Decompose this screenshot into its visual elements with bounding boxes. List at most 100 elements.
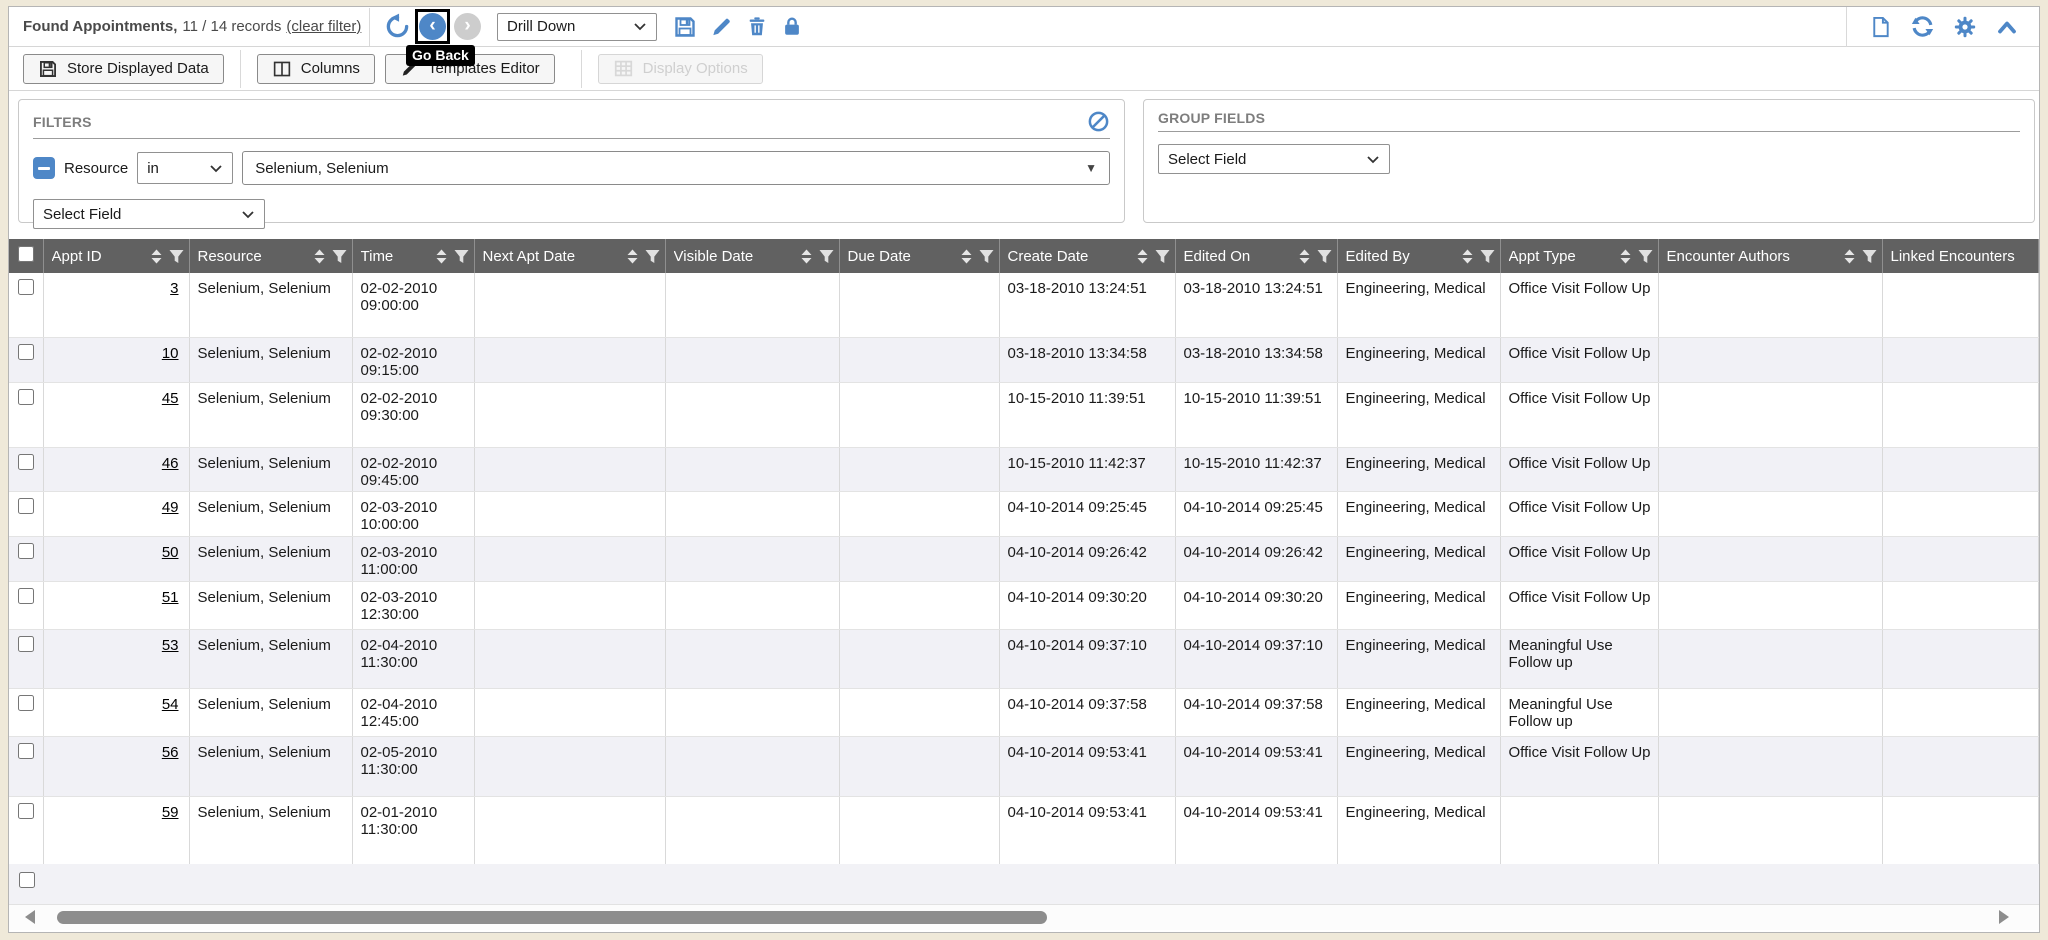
sort-icon[interactable] xyxy=(625,248,640,265)
filter-funnel-icon[interactable] xyxy=(1637,248,1654,265)
row-checkbox[interactable] xyxy=(18,279,34,295)
filter-funnel-icon[interactable] xyxy=(644,248,661,265)
cell-appt-type: Office Visit Follow Up xyxy=(1500,382,1658,447)
appt-id-link[interactable]: 56 xyxy=(162,744,179,761)
gear-icon xyxy=(1953,15,1977,39)
appt-id-link[interactable]: 51 xyxy=(162,589,179,606)
row-checkbox[interactable] xyxy=(18,588,34,604)
go-back-button[interactable]: ‹ xyxy=(419,13,446,40)
display-options-button[interactable]: Display Options xyxy=(598,54,763,84)
scroll-left-button[interactable] xyxy=(25,910,35,924)
filter-funnel-icon[interactable] xyxy=(1154,248,1171,265)
sort-icon[interactable] xyxy=(1460,248,1475,265)
sort-icon[interactable] xyxy=(1135,248,1150,265)
slash-circle-icon xyxy=(1087,110,1110,133)
column-header[interactable]: Edited On xyxy=(1175,239,1337,273)
refresh-button[interactable] xyxy=(1910,14,1935,39)
filter-funnel-icon[interactable] xyxy=(818,248,835,265)
column-header[interactable]: Visible Date xyxy=(665,239,839,273)
appt-id-link[interactable]: 50 xyxy=(162,544,179,561)
undo-button[interactable] xyxy=(384,13,411,40)
sort-icon[interactable] xyxy=(1297,248,1312,265)
lock-view-button[interactable] xyxy=(781,15,803,38)
remove-filter-button[interactable] xyxy=(33,157,55,179)
appt-id-link[interactable]: 54 xyxy=(162,696,179,713)
sort-icon[interactable] xyxy=(799,248,814,265)
table-footer-row xyxy=(9,864,2039,904)
column-header[interactable]: Create Date xyxy=(999,239,1175,273)
sort-icon[interactable] xyxy=(1618,248,1633,265)
row-checkbox[interactable] xyxy=(18,695,34,711)
edit-view-button[interactable] xyxy=(710,15,733,38)
cell-edited-by: Engineering, Medical xyxy=(1337,536,1500,581)
appt-id-link[interactable]: 10 xyxy=(162,345,179,362)
appt-id-link[interactable]: 46 xyxy=(162,455,179,472)
row-checkbox[interactable] xyxy=(18,636,34,652)
row-checkbox[interactable] xyxy=(18,498,34,514)
column-header-label: Edited On xyxy=(1184,248,1293,265)
column-header[interactable]: Due Date xyxy=(839,239,999,273)
select-all-checkbox[interactable] xyxy=(18,246,34,262)
appt-id-link[interactable]: 3 xyxy=(170,280,178,297)
columns-button[interactable]: Columns xyxy=(257,54,375,84)
cell-appt-type: Meaningful Use Follow up xyxy=(1500,629,1658,688)
go-forward-button[interactable]: › xyxy=(454,13,481,40)
filter-value-combo[interactable]: Selenium, Selenium ▼ xyxy=(242,151,1110,185)
filter-funnel-icon[interactable] xyxy=(1861,248,1878,265)
column-header[interactable]: Encounter Authors xyxy=(1658,239,1882,273)
cell-appt-type: Office Visit Follow Up xyxy=(1500,273,1658,337)
sort-icon[interactable] xyxy=(312,248,327,265)
row-checkbox[interactable] xyxy=(18,454,34,470)
scrollbar-thumb[interactable] xyxy=(57,911,1047,924)
column-header[interactable]: Next Apt Date xyxy=(474,239,665,273)
clear-filter-link[interactable]: (clear filter) xyxy=(286,18,361,35)
disable-filters-button[interactable] xyxy=(1087,110,1110,133)
sort-icon[interactable] xyxy=(434,248,449,265)
sort-icon[interactable] xyxy=(1842,248,1857,265)
delete-view-button[interactable] xyxy=(746,15,768,38)
footer-checkbox[interactable] xyxy=(19,872,35,888)
column-header-label: Create Date xyxy=(1008,248,1131,265)
column-header[interactable]: Linked Encounters xyxy=(1882,239,2039,273)
add-filter-field-select[interactable]: Select Field xyxy=(33,199,265,229)
cell-edited-on: 04-10-2014 09:37:10 xyxy=(1175,629,1337,688)
column-header[interactable]: Appt Type xyxy=(1500,239,1658,273)
appointments-table-wrap: Appt IDResourceTimeNext Apt DateVisible … xyxy=(9,239,2039,864)
filter-funnel-icon[interactable] xyxy=(453,248,470,265)
filter-operator-select[interactable]: in xyxy=(137,152,233,184)
filter-funnel-icon[interactable] xyxy=(331,248,348,265)
save-icon xyxy=(38,59,58,79)
cell-time: 02-01-2010 11:30:00 xyxy=(352,796,474,864)
settings-button[interactable] xyxy=(1953,15,1977,39)
row-checkbox[interactable] xyxy=(18,743,34,759)
appt-id-link[interactable]: 45 xyxy=(162,390,179,407)
store-displayed-data-button[interactable]: Store Displayed Data xyxy=(23,54,224,84)
column-header-label: Appt Type xyxy=(1509,248,1614,265)
appt-id-link[interactable]: 49 xyxy=(162,499,179,516)
row-checkbox[interactable] xyxy=(18,803,34,819)
sort-icon[interactable] xyxy=(959,248,974,265)
column-header[interactable]: Edited By xyxy=(1337,239,1500,273)
row-checkbox[interactable] xyxy=(18,389,34,405)
collapse-button[interactable] xyxy=(1995,17,2019,37)
new-document-button[interactable] xyxy=(1869,15,1892,39)
filter-funnel-icon[interactable] xyxy=(168,248,185,265)
appt-id-link[interactable]: 53 xyxy=(162,637,179,654)
row-checkbox[interactable] xyxy=(18,344,34,360)
save-view-button[interactable] xyxy=(673,15,697,39)
column-header[interactable]: Time xyxy=(352,239,474,273)
group-field-select[interactable]: Select Field xyxy=(1158,144,1390,174)
scroll-right-button[interactable] xyxy=(1999,910,2009,924)
cell-edited-on: 04-10-2014 09:53:41 xyxy=(1175,736,1337,796)
filter-funnel-icon[interactable] xyxy=(978,248,995,265)
column-header[interactable]: Resource xyxy=(189,239,352,273)
filter-funnel-icon[interactable] xyxy=(1316,248,1333,265)
cell-linked-encounters xyxy=(1882,337,2039,382)
view-mode-select[interactable]: Drill Down xyxy=(497,13,657,41)
column-header[interactable]: Appt ID xyxy=(43,239,189,273)
filter-operator-value: in xyxy=(147,160,159,177)
appt-id-link[interactable]: 59 xyxy=(162,804,179,821)
sort-icon[interactable] xyxy=(149,248,164,265)
row-checkbox[interactable] xyxy=(18,543,34,559)
filter-funnel-icon[interactable] xyxy=(1479,248,1496,265)
